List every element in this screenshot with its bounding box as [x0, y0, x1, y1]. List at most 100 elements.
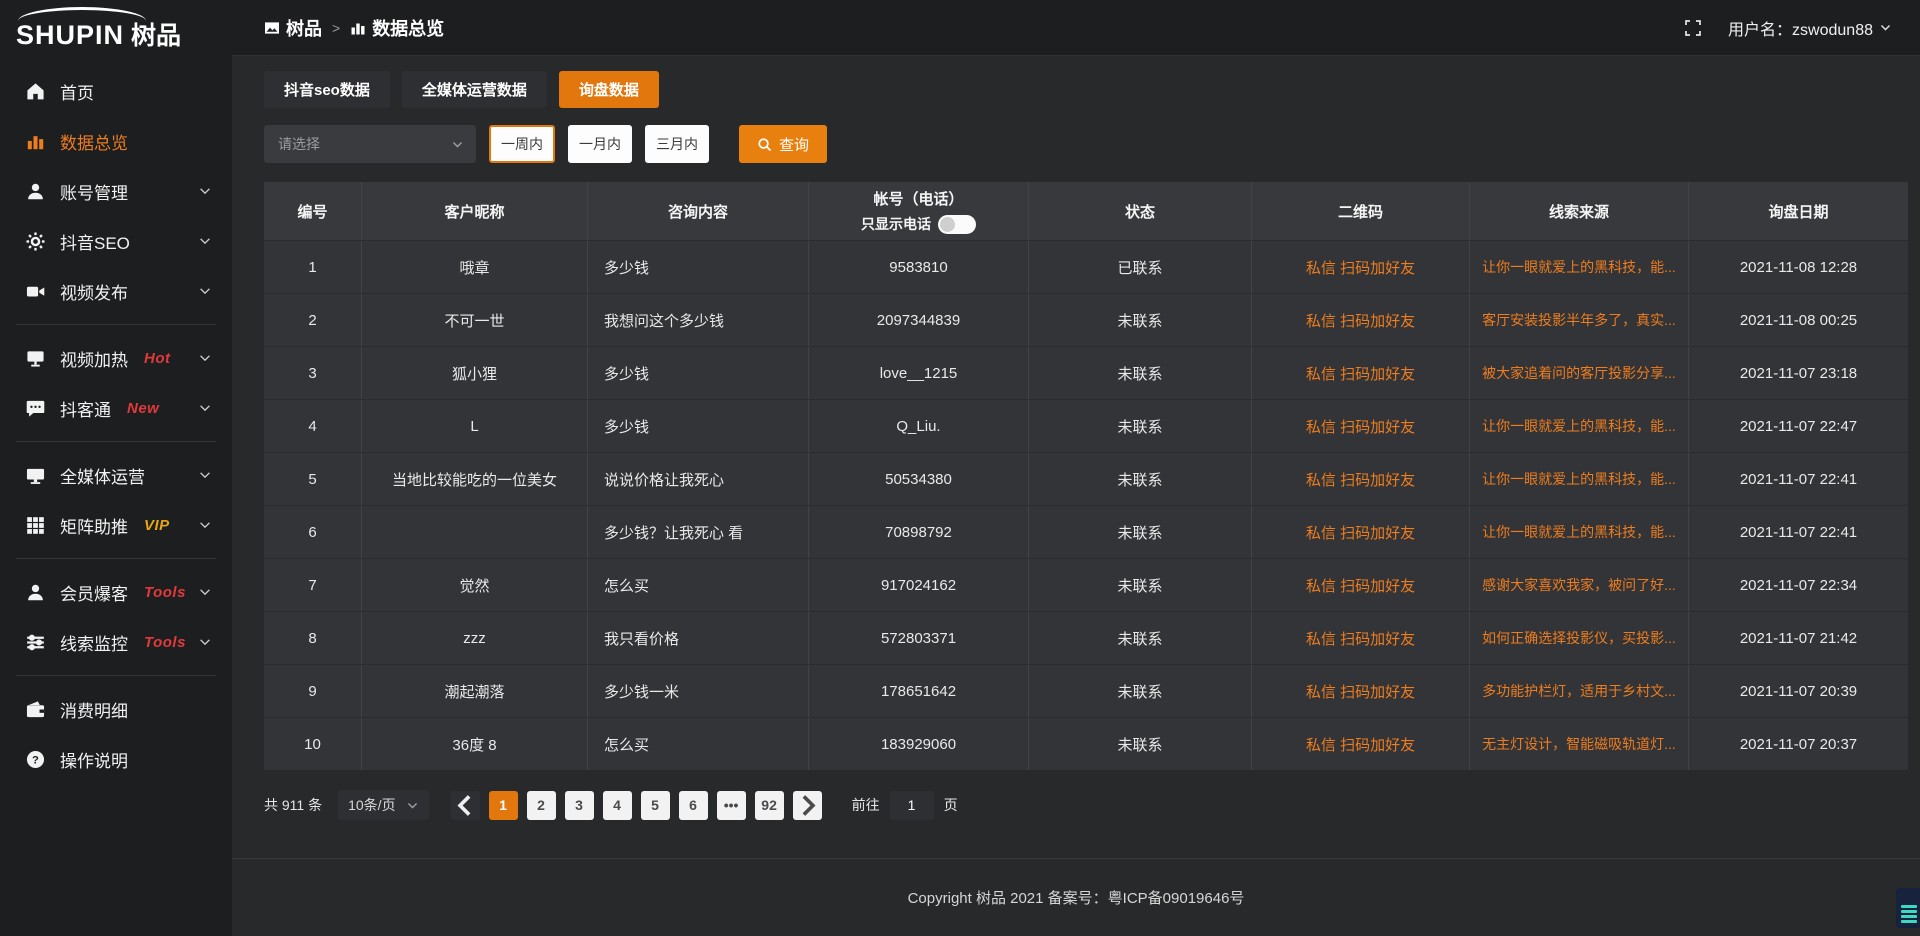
sidebar-item-lead-monitor[interactable]: 线索监控 Tools — [0, 617, 232, 667]
source-link[interactable]: 如何正确选择投影仪，买投影... — [1482, 628, 1676, 648]
sidebar-item-account-management[interactable]: 账号管理 — [0, 166, 232, 216]
select-placeholder: 请选择 — [278, 134, 320, 154]
table-row: 10 36度 8 怎么买 183929060 未联系 私信 扫码加好友 无主灯设… — [264, 717, 1908, 770]
range-button-quarter[interactable]: 三月内 — [645, 125, 709, 163]
breadcrumb-label: 数据总览 — [372, 15, 444, 41]
sidebar-item-label: 视频加热 — [60, 346, 128, 371]
cell-id: 8 — [264, 612, 362, 664]
query-button[interactable]: 查询 — [739, 125, 827, 163]
floating-widget[interactable] — [1896, 888, 1920, 928]
screen-icon — [26, 349, 45, 368]
cell-date: 2021-11-08 12:28 — [1689, 241, 1908, 293]
tools-badge: Tools — [144, 634, 186, 651]
page-button-1[interactable]: 1 — [489, 791, 518, 820]
sidebar-item-matrix-boost[interactable]: 矩阵助推 VIP — [0, 500, 232, 550]
table-body: 1 哦章 多少钱 9583810 已联系 私信 扫码加好友 让你一眼就爱上的黑科… — [264, 240, 1908, 770]
qr-links[interactable]: 私信 扫码加好友 — [1306, 310, 1415, 331]
qr-links[interactable]: 私信 扫码加好友 — [1306, 257, 1415, 278]
sidebar-item-member-burst[interactable]: 会员爆客 Tools — [0, 567, 232, 617]
cell-content: 怎么买 — [588, 559, 809, 611]
table-row: 8 zzz 我只看价格 572803371 未联系 私信 扫码加好友 如何正确选… — [264, 611, 1908, 664]
sidebar-item-label: 视频发布 — [60, 279, 128, 304]
page-size-select[interactable]: 10条/页 — [338, 790, 428, 820]
page-button-3[interactable]: 3 — [565, 791, 594, 820]
qr-links[interactable]: 私信 扫码加好友 — [1306, 416, 1415, 437]
page-button-4[interactable]: 4 — [603, 791, 632, 820]
source-link[interactable]: 无主灯设计，智能磁吸轨道灯... — [1482, 734, 1676, 754]
tab-omnimedia-data[interactable]: 全媒体运营数据 — [402, 71, 547, 108]
cell-nickname — [362, 506, 588, 558]
qr-links[interactable]: 私信 扫码加好友 — [1306, 363, 1415, 384]
qr-links[interactable]: 私信 扫码加好友 — [1306, 522, 1415, 543]
tab-inquiry-data[interactable]: 询盘数据 — [559, 71, 659, 108]
page-button-6[interactable]: 6 — [679, 791, 708, 820]
table-header-row: 编号 客户昵称 咨询内容 帐号（电话） 只显示电话 状态 二维码 线索来源 询盘… — [264, 182, 1908, 240]
cell-id: 6 — [264, 506, 362, 558]
prev-page-button[interactable] — [451, 791, 480, 820]
source-link[interactable]: 让你一眼就爱上的黑科技，能... — [1482, 416, 1676, 436]
sidebar-item-omnimedia-operation[interactable]: 全媒体运营 — [0, 450, 232, 500]
source-link[interactable]: 被大家追着问的客厅投影分享... — [1482, 363, 1676, 383]
cell-id: 7 — [264, 559, 362, 611]
source-link[interactable]: 让你一眼就爱上的黑科技，能... — [1482, 522, 1676, 542]
qr-links[interactable]: 私信 扫码加好友 — [1306, 681, 1415, 702]
source-link[interactable]: 让你一眼就爱上的黑科技，能... — [1482, 469, 1676, 489]
cell-id: 3 — [264, 347, 362, 399]
qr-links[interactable]: 私信 扫码加好友 — [1306, 575, 1415, 596]
user-menu[interactable]: 用户名：zswodun88 — [1728, 16, 1892, 40]
page-footer: Copyright 树品 2021 备案号：粤ICP备09019646号 — [232, 858, 1920, 936]
col-header-date: 询盘日期 — [1689, 182, 1908, 240]
sidebar: SHUPIN 树品 首页 数据总览 账号管理 抖音SEO 视频发布 — [0, 0, 232, 936]
sidebar-item-label: 消费明细 — [60, 697, 128, 722]
account-header-label: 帐号（电话） — [873, 188, 963, 209]
cell-content: 我只看价格 — [588, 612, 809, 664]
range-button-month[interactable]: 一月内 — [568, 125, 632, 163]
goto-page-input[interactable] — [890, 791, 934, 820]
range-button-week[interactable]: 一周内 — [489, 125, 555, 163]
source-link[interactable]: 客厅安装投影半年多了，真实... — [1482, 310, 1676, 330]
cell-nickname: 不可一世 — [362, 294, 588, 346]
breadcrumb-root[interactable]: 树品 — [264, 15, 322, 41]
sidebar-divider — [16, 324, 216, 325]
cell-date: 2021-11-07 20:39 — [1689, 665, 1908, 717]
sidebar-item-douketong[interactable]: 抖客通 New — [0, 383, 232, 433]
col-header-content: 咨询内容 — [588, 182, 809, 240]
status-badge: 未联系 — [1029, 559, 1252, 611]
source-link[interactable]: 多功能护栏灯，适用于乡村文... — [1482, 681, 1676, 701]
cell-id: 9 — [264, 665, 362, 717]
logo-text-en: SHUPIN — [16, 20, 124, 51]
sidebar-item-consumption-detail[interactable]: 消费明细 — [0, 684, 232, 734]
sidebar-divider — [16, 558, 216, 559]
phone-only-toggle[interactable] — [938, 215, 976, 234]
source-link[interactable]: 感谢大家喜欢我家，被问了好... — [1482, 575, 1676, 595]
sidebar-item-douyin-seo[interactable]: 抖音SEO — [0, 216, 232, 266]
qr-links[interactable]: 私信 扫码加好友 — [1306, 469, 1415, 490]
sidebar-item-home[interactable]: 首页 — [0, 66, 232, 116]
tab-douyin-seo-data[interactable]: 抖音seo数据 — [264, 71, 390, 108]
status-badge: 未联系 — [1029, 506, 1252, 558]
cell-nickname: 当地比较能吃的一位美女 — [362, 453, 588, 505]
inquiry-table: 编号 客户昵称 咨询内容 帐号（电话） 只显示电话 状态 二维码 线索来源 询盘… — [264, 182, 1908, 770]
qr-links[interactable]: 私信 扫码加好友 — [1306, 628, 1415, 649]
chevron-down-icon — [198, 635, 212, 649]
cell-account: love__1215 — [809, 347, 1029, 399]
cell-account: 9583810 — [809, 241, 1029, 293]
account-select[interactable]: 请选择 — [264, 125, 476, 163]
next-page-button[interactable] — [793, 791, 822, 820]
qr-links[interactable]: 私信 扫码加好友 — [1306, 734, 1415, 755]
sidebar-item-instructions[interactable]: ? 操作说明 — [0, 734, 232, 784]
brand-logo: SHUPIN 树品 — [0, 0, 232, 58]
page-button-5[interactable]: 5 — [641, 791, 670, 820]
sidebar-item-video-publish[interactable]: 视频发布 — [0, 266, 232, 316]
source-link[interactable]: 让你一眼就爱上的黑科技，能... — [1482, 257, 1676, 277]
sidebar-item-label: 矩阵助推 — [60, 513, 128, 538]
sidebar-item-video-heat[interactable]: 视频加热 Hot — [0, 333, 232, 383]
monitor-icon — [26, 466, 45, 485]
logo-arc-decoration — [18, 7, 146, 21]
status-badge: 未联系 — [1029, 400, 1252, 452]
fullscreen-icon[interactable] — [1684, 19, 1702, 37]
page-ellipsis-button[interactable]: ••• — [717, 791, 746, 820]
sidebar-item-data-overview[interactable]: 数据总览 — [0, 116, 232, 166]
page-button-2[interactable]: 2 — [527, 791, 556, 820]
page-button-92[interactable]: 92 — [755, 791, 784, 820]
